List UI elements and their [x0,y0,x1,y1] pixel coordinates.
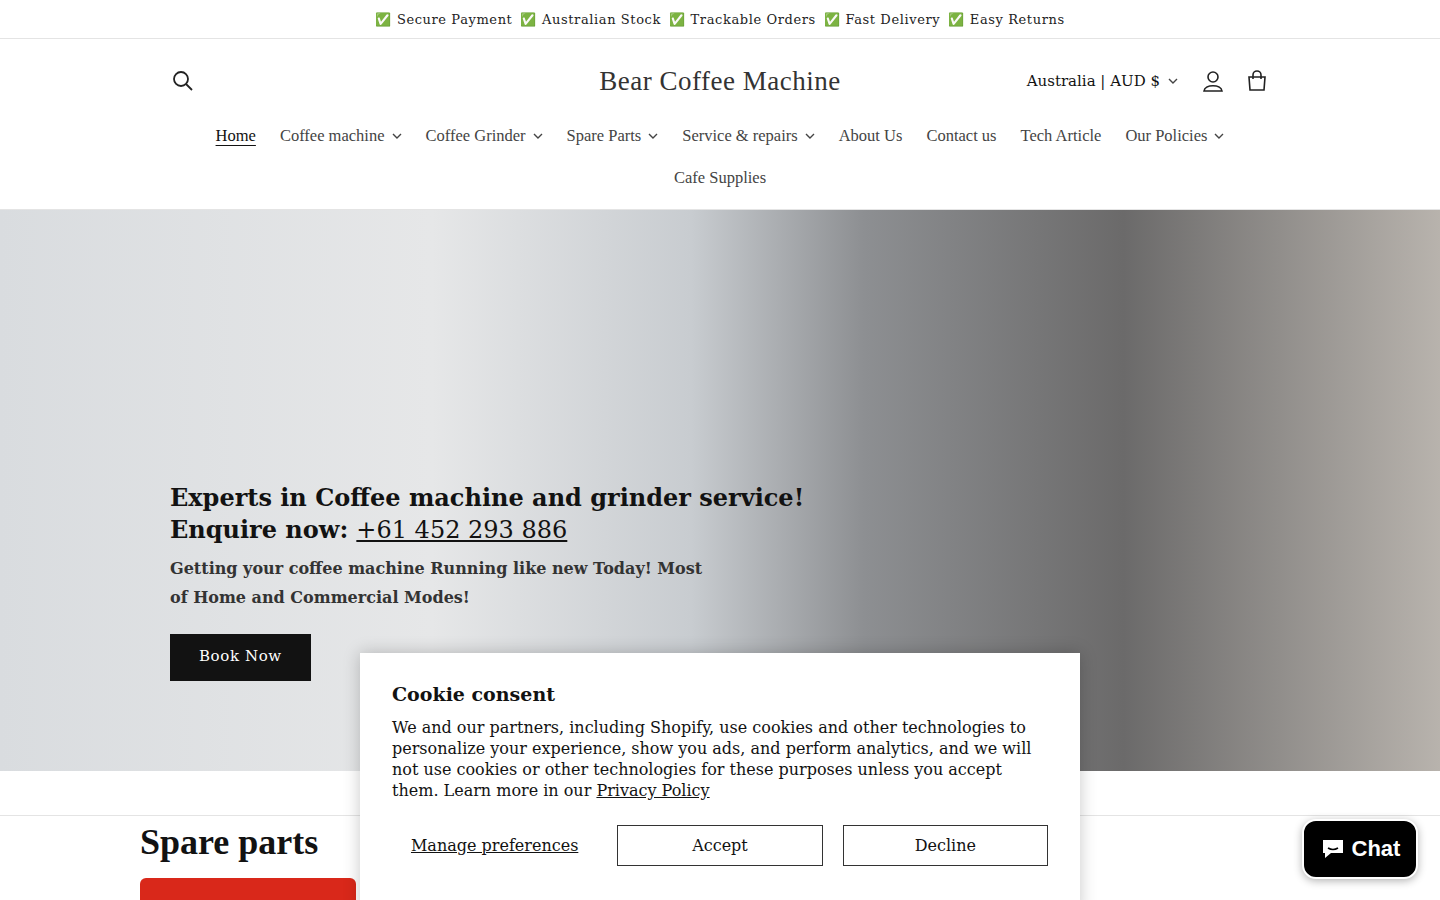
check-icon: ✅ [375,12,392,27]
cookie-body: We and our partners, including Shopify, … [392,718,1031,800]
header-right: Australia | AUD $ [841,68,1270,94]
search-icon [172,70,194,92]
announcement-item: ✅ Easy Returns [948,12,1065,27]
cookie-button[interactable]: Decline [843,825,1048,866]
site-logo[interactable]: Bear Coffee Machine [599,66,840,97]
cookie-button[interactable]: Accept [617,825,822,866]
announcement-text: Trackable Orders [691,12,816,27]
cart-icon [1246,70,1268,92]
chat-button[interactable]: Chat [1302,819,1418,879]
header-left [170,68,599,94]
announcement-text: Easy Returns [970,12,1065,27]
nav-label: Spare Parts [567,123,642,149]
check-icon: ✅ [520,12,537,27]
nav-item[interactable]: Contact us [914,123,1008,149]
hero-subtitle: Getting your coffee machine Running like… [170,554,710,612]
nav-label: About Us [839,123,903,149]
nav-label: Cafe Supplies [674,165,766,191]
announcement-item: ✅ Fast Delivery [824,12,940,27]
nav-label: Tech Article [1021,123,1102,149]
chevron-down-icon [805,133,815,139]
nav-item[interactable]: About Us [827,123,915,149]
nav-label: Contact us [926,123,996,149]
nav-item[interactable]: Coffee machine [268,123,414,149]
announcement-item: ✅ Trackable Orders [669,12,816,27]
cookie-title: Cookie consent [392,683,1048,705]
privacy-link[interactable]: Privacy Policy [596,781,709,800]
cookie-buttons: Manage preferences Accept Decline [392,825,1048,866]
announcement-bar: ✅ Secure Payment ✅ Australian Stock ✅ Trackab… [0,0,1440,39]
search-button[interactable] [170,68,196,94]
nav-label: Service & repairs [682,123,797,149]
country-label: Australia | AUD $ [1027,72,1160,90]
chevron-down-icon [392,133,402,139]
nav-label: Coffee Grinder [426,123,526,149]
chevron-down-icon [1168,78,1178,84]
chat-bubble-icon [1320,837,1346,861]
chat-label: Chat [1352,836,1401,862]
country-selector[interactable]: Australia | AUD $ [1027,72,1178,90]
nav-item[interactable]: Tech Article [1009,123,1114,149]
cart-button[interactable] [1244,68,1270,94]
hero-title: Experts in Coffee machine and grinder se… [170,482,1440,514]
cookie-button[interactable]: Manage preferences [392,825,597,866]
nav-item[interactable]: Home [204,123,268,149]
nav-label: Our Policies [1125,123,1207,149]
announcement-text: Secure Payment [397,12,513,27]
chevron-down-icon [533,133,543,139]
announcement-text: Australian Stock [542,12,661,27]
phone-link[interactable]: +61 452 293 886 [356,516,567,544]
chevron-down-icon [648,133,658,139]
enquire-label: Enquire now: [170,515,348,544]
check-icon: ✅ [669,12,686,27]
main-nav: Home Coffee machine Coffee Grinder Spare Pa… [160,123,1280,191]
nav-label: Home [216,123,256,149]
header-row: Bear Coffee Machine Australia | AUD $ [170,39,1270,123]
cookie-dialog: Cookie consent We and our partners, inclu… [360,653,1080,900]
hero-enquire: Enquire now: +61 452 293 886 [170,514,1440,546]
account-button[interactable] [1200,68,1226,94]
check-icon: ✅ [948,12,965,27]
product-card[interactable] [140,878,356,900]
site-header: Bear Coffee Machine Australia | AUD $ Home… [0,39,1440,210]
announcement-text: Fast Delivery [845,12,940,27]
announcement-item: ✅ Australian Stock [520,12,661,27]
book-now-button[interactable]: Book Now [170,634,311,681]
account-icon [1202,70,1224,92]
chevron-down-icon [1214,133,1224,139]
nav-item[interactable]: Spare Parts [555,123,671,149]
nav-label: Coffee machine [280,123,385,149]
nav-item[interactable]: Our Policies [1113,123,1236,149]
nav-item[interactable]: Cafe Supplies [662,165,778,191]
nav-item[interactable]: Service & repairs [670,123,826,149]
announcement-item: ✅ Secure Payment [375,12,512,27]
nav-item[interactable]: Coffee Grinder [414,123,555,149]
check-icon: ✅ [824,12,841,27]
cookie-text: We and our partners, including Shopify, … [392,717,1048,801]
